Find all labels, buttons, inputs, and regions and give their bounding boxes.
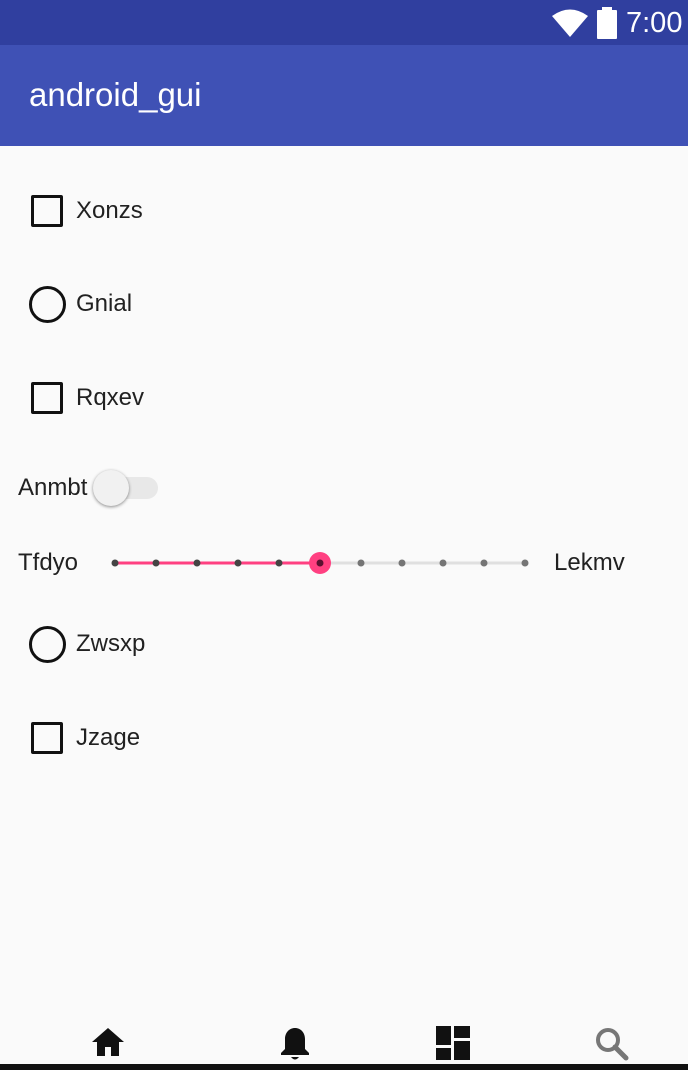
checkbox-box[interactable] — [31, 195, 63, 227]
radio-circle[interactable] — [29, 626, 66, 663]
seekbar-tick — [398, 559, 406, 567]
seekbar-tick — [357, 559, 365, 567]
seekbar-tick — [521, 559, 529, 567]
seekbar-left-label: Tfdyo — [18, 549, 79, 576]
checkbox-rqxev[interactable]: Rqxev — [0, 368, 688, 428]
checkbox-label: Xonzs — [76, 197, 143, 224]
app-title: android_gui — [29, 76, 202, 113]
seekbar-tick — [234, 559, 242, 567]
nav-item-notifications[interactable] — [209, 1016, 381, 1066]
radio-circle[interactable] — [29, 286, 66, 323]
dashboard-icon — [436, 1026, 470, 1060]
checkbox-box[interactable] — [31, 382, 63, 414]
seekbar-thumb-tick — [316, 559, 324, 567]
bottom-edge — [0, 1064, 688, 1070]
checkbox-jzage[interactable]: Jzage — [0, 708, 688, 768]
switch-thumb[interactable] — [93, 470, 129, 506]
status-time: 7:00 — [626, 7, 683, 39]
radio-gnial[interactable]: Gnial — [0, 274, 688, 334]
home-icon — [92, 1028, 124, 1056]
bell-icon — [281, 1028, 309, 1060]
switch-label: Anmbt — [18, 474, 88, 501]
seekbar-tick — [111, 559, 119, 567]
seekbar-tick — [275, 559, 283, 567]
checkbox-label: Rqxev — [76, 384, 145, 411]
discrete-seekbar[interactable] — [108, 544, 538, 584]
search-icon — [596, 1028, 629, 1061]
seekbar-tick — [439, 559, 447, 567]
status-bar: 7:00 — [0, 0, 688, 45]
seekbar-right-label: Lekmv — [554, 549, 625, 576]
checkbox-box[interactable] — [31, 722, 63, 754]
radio-zwsxp[interactable]: Zwsxp — [0, 614, 688, 674]
radio-label: Zwsxp — [76, 630, 146, 657]
seekbar-tick — [193, 559, 201, 567]
bottom-navigation — [0, 1016, 688, 1070]
radio-label: Gnial — [76, 290, 133, 317]
checkbox-label: Jzage — [76, 724, 141, 751]
seekbar-tick — [480, 559, 488, 567]
checkbox-xonzs[interactable]: Xonzs — [0, 180, 688, 240]
nav-item-home[interactable] — [22, 1016, 194, 1066]
battery-icon — [597, 7, 617, 39]
nav-item-search[interactable] — [526, 1016, 688, 1066]
app-bar: android_gui — [0, 45, 688, 146]
wifi-icon — [552, 9, 588, 37]
seekbar-tick — [152, 559, 160, 567]
nav-item-dashboard[interactable] — [367, 1016, 539, 1066]
